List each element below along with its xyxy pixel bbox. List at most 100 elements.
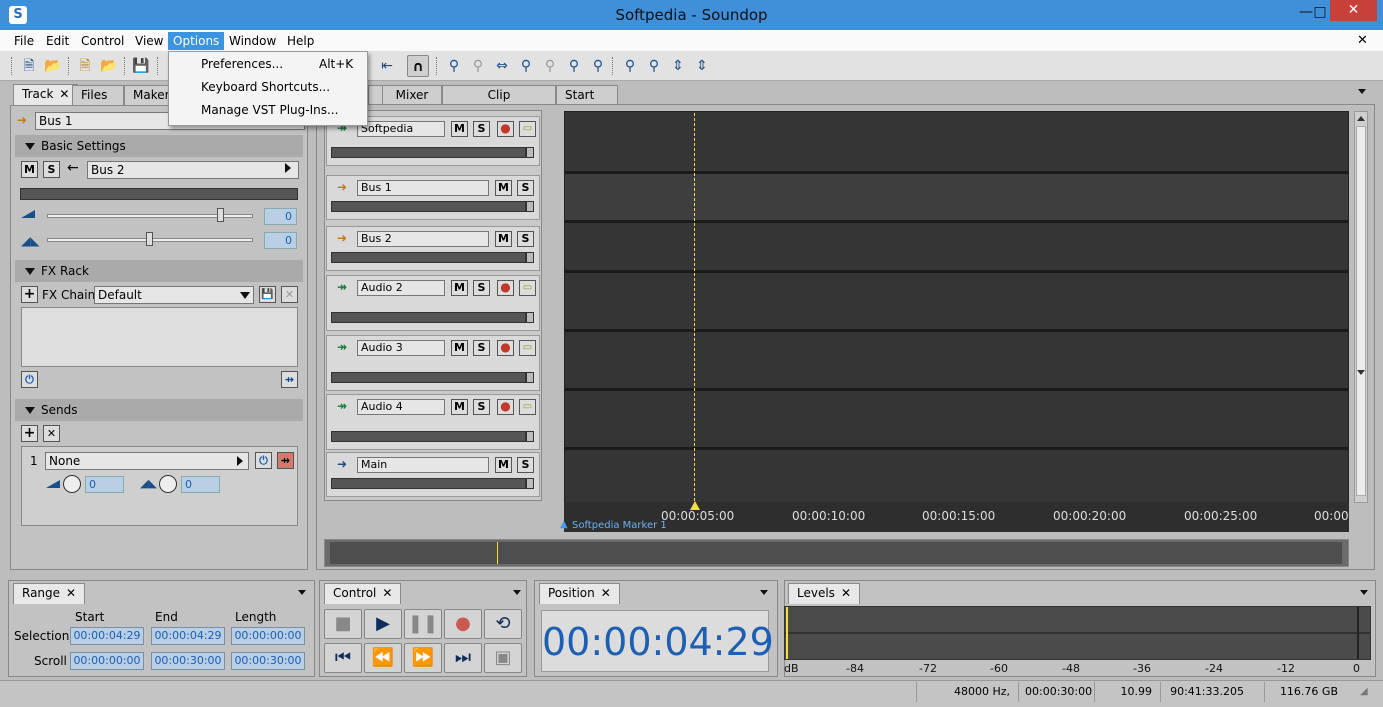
scroll-end[interactable]: 00:00:30:00 [151, 652, 225, 670]
section-basic-settings[interactable]: Basic Settings [15, 135, 303, 157]
toolbar-grip[interactable] [11, 57, 13, 75]
zoom-out-icon[interactable]: ⚲ [467, 55, 489, 77]
menu-item-keyboard-shortcuts[interactable]: Keyboard Shortcuts... [169, 76, 367, 99]
zoom-full-icon[interactable]: ⚲ [563, 55, 585, 77]
power-icon[interactable]: ⏻ [21, 371, 38, 388]
selection-start[interactable]: 00:00:04:29 [70, 627, 144, 645]
menu-control[interactable]: Control [76, 32, 129, 50]
panel-menu-icon[interactable] [513, 590, 521, 595]
send-volume-knob[interactable] [63, 475, 81, 493]
loop-icon[interactable]: ⟲ [484, 609, 522, 639]
close-tab-icon[interactable]: ✕ [66, 586, 76, 600]
tabs-dropdown-icon[interactable] [1358, 89, 1366, 94]
zoom-level-icon[interactable]: ⚲ [587, 55, 609, 77]
volume-slider-handle[interactable] [217, 208, 224, 222]
tab-start[interactable]: Start [556, 85, 618, 105]
mute-button[interactable]: M [21, 161, 38, 178]
overview-bar[interactable] [324, 539, 1349, 567]
selection-end[interactable]: 00:00:04:29 [151, 627, 225, 645]
send-volume-value[interactable]: 0 [85, 476, 124, 493]
zoom-selection-icon[interactable]: ⚲ [515, 55, 537, 77]
track-header[interactable]: ➜ Main M S [326, 452, 540, 497]
add-fx-button[interactable]: + [21, 286, 38, 303]
new-file-icon[interactable]: 🗎 [18, 55, 40, 77]
fx-layout-icon[interactable]: ⇸ [281, 371, 298, 388]
track-name-field[interactable]: Audio 2 [357, 280, 445, 296]
scroll-start[interactable]: 00:00:00:00 [70, 652, 144, 670]
close-tab-icon[interactable]: ✕ [841, 586, 851, 600]
remove-chain-icon[interactable]: ✕ [281, 286, 298, 303]
go-to-end-icon[interactable]: ⏭ [444, 643, 482, 673]
open-folder-icon[interactable]: 📂 [42, 55, 64, 77]
vertical-scrollbar[interactable] [1354, 111, 1368, 503]
tab-mixer[interactable]: Mixer [382, 85, 442, 105]
send-pan-knob[interactable] [159, 475, 177, 493]
volume-value[interactable]: 0 [264, 208, 297, 225]
fast-forward-icon[interactable]: ⏩ [404, 643, 442, 673]
send-expand-icon[interactable] [237, 456, 243, 466]
monitor-icon[interactable]: ▭ [519, 340, 536, 356]
menu-item-manage-vst[interactable]: Manage VST Plug-Ins... [169, 99, 367, 122]
solo-button[interactable]: S [517, 231, 534, 247]
track-name-field[interactable]: Audio 4 [357, 399, 445, 415]
rewind-icon[interactable]: ⏪ [364, 643, 402, 673]
send-power-icon[interactable]: ⏻ [255, 452, 272, 469]
play-icon[interactable]: ▶ [364, 609, 402, 639]
record-icon[interactable]: ● [444, 609, 482, 639]
monitor-icon[interactable]: ▭ [519, 121, 536, 137]
tab-levels[interactable]: Levels ✕ [788, 583, 860, 604]
record-arm-icon[interactable]: ● [497, 340, 514, 356]
zoom-track-in-icon[interactable]: ⚲ [619, 55, 641, 77]
mute-button[interactable]: M [451, 399, 468, 415]
record-arm-icon[interactable]: ● [497, 399, 514, 415]
track-name-field[interactable]: Audio 3 [357, 340, 445, 356]
mute-button[interactable]: M [495, 457, 512, 473]
toolbar-grip[interactable] [157, 57, 159, 75]
track-header[interactable]: ➜ Bus 2 MS [326, 226, 540, 271]
track-header[interactable]: ↠ Audio 2 M S ● ▭ [326, 275, 540, 331]
scroll-down-icon[interactable] [1357, 370, 1365, 375]
zoom-height-out-icon[interactable]: ⇕ [691, 55, 713, 77]
playhead-line[interactable] [694, 113, 695, 501]
tab-track[interactable]: Track ✕ [13, 84, 79, 106]
save-icon[interactable]: 💾 [130, 55, 152, 77]
monitor-icon[interactable]: ▭ [519, 280, 536, 296]
tab-files[interactable]: Files [72, 85, 124, 105]
snap-magnet-icon[interactable]: ∩ [407, 55, 429, 77]
zoom-height-in-icon[interactable]: ⇕ [667, 55, 689, 77]
track-header[interactable]: ➜ Bus 1 MS [326, 175, 540, 220]
record-arm-icon[interactable]: ● [497, 280, 514, 296]
mute-button[interactable]: M [451, 121, 468, 137]
track-header[interactable]: ↠ Audio 3 M S ● ▭ [326, 335, 540, 391]
scroll-thumb[interactable] [1356, 126, 1366, 496]
output-expand-icon[interactable] [285, 163, 291, 173]
solo-button[interactable]: S [473, 280, 490, 296]
close-tab-icon[interactable]: ✕ [382, 586, 392, 600]
toolbar-grip[interactable] [124, 57, 126, 75]
track-name-field[interactable]: Bus 1 [357, 180, 489, 196]
send-route-icon[interactable]: ⇸ [277, 452, 294, 469]
toolbar-grip[interactable] [436, 57, 438, 75]
track-name-field[interactable]: Bus 2 [357, 231, 489, 247]
fx-list[interactable] [21, 307, 298, 367]
zoom-vertical-icon[interactable]: ⚲ [539, 55, 561, 77]
close-document-icon[interactable]: ✕ [1352, 32, 1373, 50]
monitor-icon[interactable]: ▭ [519, 399, 536, 415]
zoom-in-icon[interactable]: ⚲ [443, 55, 465, 77]
menu-item-preferences[interactable]: Preferences... Alt+K [169, 53, 367, 76]
pan-value[interactable]: 0 [264, 232, 297, 249]
track-name-field[interactable]: Softpedia [357, 121, 445, 137]
panel-menu-icon[interactable] [1360, 590, 1368, 595]
timeline-lanes[interactable] [564, 111, 1349, 503]
output-select[interactable]: Bus 2 [87, 161, 299, 179]
resize-grip-icon[interactable]: ◢ [1360, 686, 1368, 697]
solo-button[interactable]: S [517, 180, 534, 196]
track-header[interactable]: ↠ Audio 4 M S ● ▭ [326, 394, 540, 450]
zoom-track-out-icon[interactable]: ⚲ [643, 55, 665, 77]
close-button[interactable]: ✕ [1330, 0, 1377, 21]
mute-button[interactable]: M [451, 340, 468, 356]
maximize-button[interactable]: □ [1310, 0, 1330, 24]
close-tab-icon[interactable]: ✕ [601, 586, 611, 600]
panel-menu-icon[interactable] [760, 590, 768, 595]
solo-button[interactable]: S [473, 399, 490, 415]
